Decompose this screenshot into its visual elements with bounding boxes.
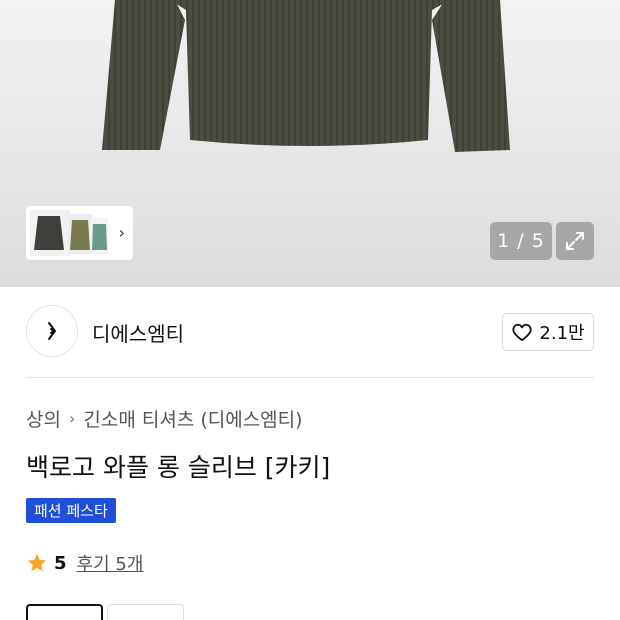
chevron-right-icon: ›: [68, 409, 76, 428]
breadcrumb: 상의 › 긴소매 티셔츠 (디에스엠티): [26, 405, 303, 432]
promo-badge: 패션 페스타: [26, 498, 116, 523]
image-counter: 1 / 5: [490, 222, 552, 260]
breadcrumb-subcategory[interactable]: 긴소매 티셔츠 (디에스엠티): [83, 405, 302, 432]
divider: [26, 377, 594, 378]
brand-name[interactable]: 디에스엠티: [92, 318, 184, 347]
product-title: 백로고 와플 롱 슬리브 [카키]: [26, 453, 331, 482]
like-count: 2.1만: [539, 323, 585, 344]
thumbnail-strip[interactable]: ›: [26, 206, 133, 260]
brand-logo[interactable]: [26, 305, 78, 357]
chevron-right-icon[interactable]: ›: [119, 223, 125, 242]
heart-icon: [512, 323, 533, 342]
rating: 5 후기 5개: [26, 550, 143, 576]
star-icon: [27, 553, 47, 572]
rating-score: 5: [54, 552, 67, 574]
expand-icon[interactable]: [556, 222, 594, 260]
brand-row: 디에스엠티 2.1만: [26, 305, 594, 357]
brand-logo-icon: [48, 322, 56, 340]
color-option-selected[interactable]: [26, 604, 103, 620]
color-option[interactable]: [107, 604, 184, 620]
review-count-link[interactable]: 후기 5개: [77, 550, 144, 576]
color-thumbnails: [30, 210, 108, 256]
like-button[interactable]: 2.1만: [502, 313, 594, 351]
breadcrumb-category[interactable]: 상의: [26, 405, 61, 432]
product-image-gallery[interactable]: › 1 / 5: [0, 0, 620, 287]
